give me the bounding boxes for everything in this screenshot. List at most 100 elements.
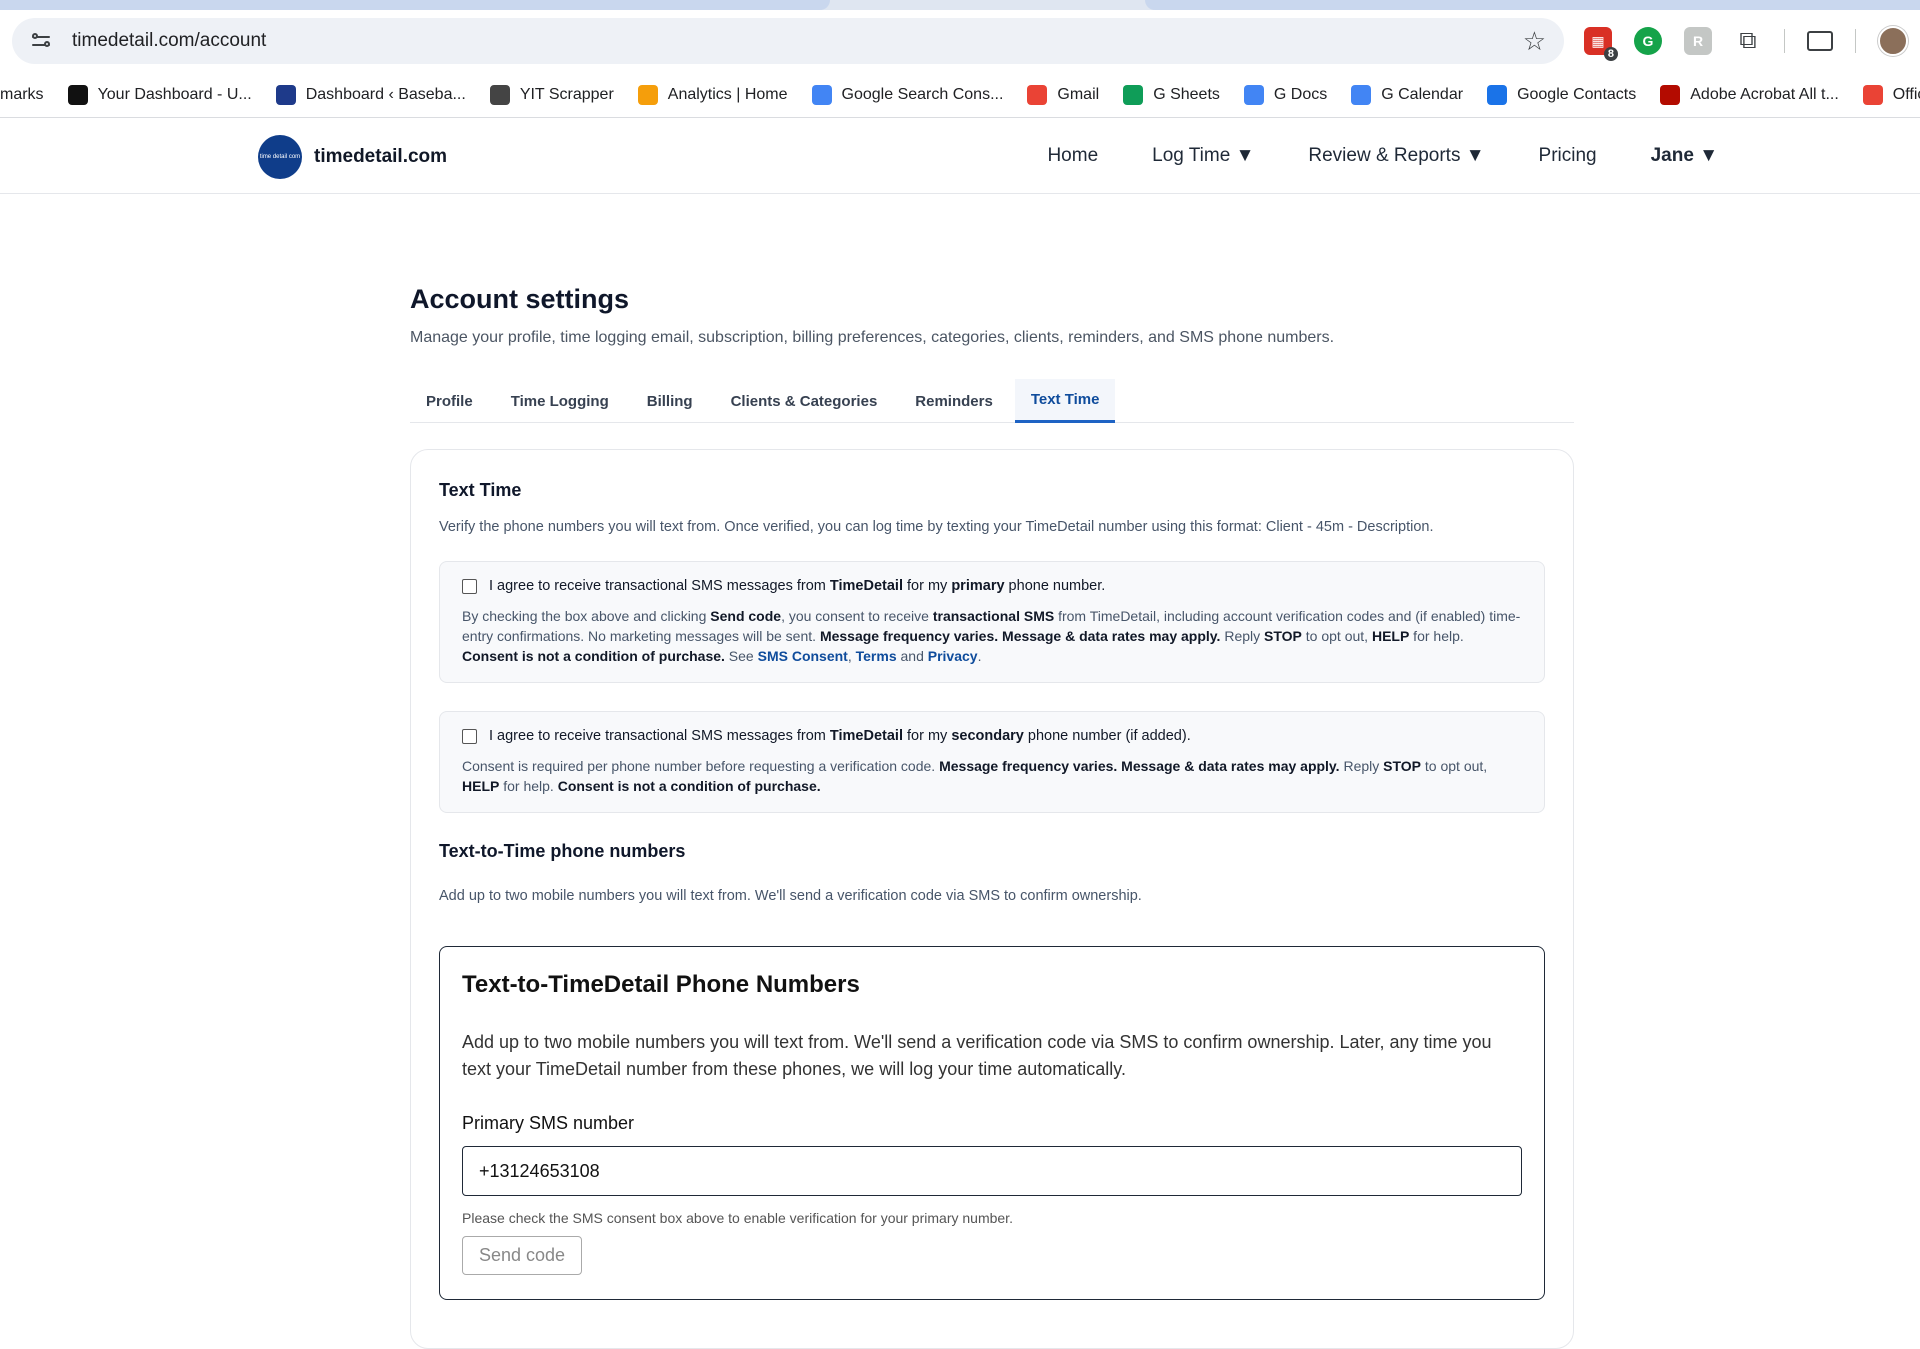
bookmark-item[interactable]: G Sheets xyxy=(1123,84,1220,105)
site-header: time detail com timedetail.com Home Log … xyxy=(0,118,1920,194)
nav-user-menu[interactable]: Jane ▼ xyxy=(1651,145,1718,167)
bookmarks-bar: marks Your Dashboard - U... Dashboard ‹ Ba… xyxy=(0,72,1920,118)
profile-avatar[interactable] xyxy=(1878,26,1908,56)
site-info-icon[interactable] xyxy=(30,30,52,52)
numbers-description: Add up to two mobile numbers you will te… xyxy=(439,888,1142,904)
primary-consent-label[interactable]: I agree to receive transactional SMS mes… xyxy=(489,578,1105,594)
phone-numbers-panel: Text-to-TimeDetail Phone Numbers Add up … xyxy=(439,946,1545,1300)
acrobat-icon xyxy=(1660,84,1681,105)
bookmark-label: YIT Scrapper xyxy=(519,85,614,103)
url-text[interactable]: timedetail.com/account xyxy=(72,30,1523,52)
bookmark-item[interactable]: Your Dashboard - U... xyxy=(67,84,252,105)
bookmark-item[interactable]: Office 365 xyxy=(1862,84,1920,105)
brand-name[interactable]: timedetail.com xyxy=(314,146,447,168)
grammarly-icon[interactable]: G xyxy=(1634,27,1662,55)
panel-description: Add up to two mobile numbers you will te… xyxy=(462,1032,1492,1079)
bookmark-label: marks xyxy=(0,85,44,103)
nav-home[interactable]: Home xyxy=(1047,145,1098,167)
panel-title: Text-to-TimeDetail Phone Numbers xyxy=(462,971,860,998)
privacy-link[interactable]: Privacy xyxy=(928,648,978,664)
secondary-consent-checkbox[interactable] xyxy=(462,728,477,744)
browser-tab[interactable] xyxy=(0,0,830,10)
address-bar[interactable]: timedetail.com/account ☆ xyxy=(12,18,1564,64)
secondary-consent-label[interactable]: I agree to receive transactional SMS mes… xyxy=(489,728,1191,744)
page-title: Account settings xyxy=(410,284,630,314)
nav-log-time[interactable]: Log Time ▼ xyxy=(1152,145,1254,167)
bookmark-star-icon[interactable]: ☆ xyxy=(1523,28,1546,54)
tab-reminders[interactable]: Reminders xyxy=(899,379,1009,423)
bookmark-label: Dashboard ‹ Baseba... xyxy=(305,85,466,103)
bookmark-label: G Calendar xyxy=(1381,85,1464,103)
divider xyxy=(1784,29,1785,53)
section-heading: Text Time xyxy=(439,480,522,500)
browser-tab[interactable] xyxy=(1145,0,1920,10)
text-time-card: Text Time Verify the phone numbers you w… xyxy=(410,449,1574,1349)
browser-tab-strip xyxy=(0,0,1920,10)
bookmark-item[interactable]: marks xyxy=(0,86,44,104)
bookmark-label: Google Search Cons... xyxy=(841,85,1004,103)
bookmark-item[interactable]: Analytics | Home xyxy=(637,84,788,105)
main-nav: Home Log Time ▼ Review & Reports ▼ Prici… xyxy=(1047,118,1718,194)
nav-review-reports[interactable]: Review & Reports ▼ xyxy=(1308,145,1484,167)
page-subtitle: Manage your profile, time logging email,… xyxy=(410,329,1335,346)
primary-consent-legal: By checking the box above and clicking S… xyxy=(462,608,1521,664)
send-code-button[interactable]: Send code xyxy=(462,1236,583,1275)
primary-number-input[interactable]: +13124653108 xyxy=(462,1146,1522,1196)
google-icon xyxy=(1862,84,1883,105)
tab-clients-categories[interactable]: Clients & Categories xyxy=(715,379,894,423)
globe-icon xyxy=(489,84,510,105)
terms-link[interactable]: Terms xyxy=(856,648,897,664)
bookmark-label: Google Contacts xyxy=(1517,85,1637,103)
section-description: Verify the phone numbers you will text f… xyxy=(439,519,1434,535)
bookmark-label: G Sheets xyxy=(1153,85,1220,103)
bookmark-label: Analytics | Home xyxy=(667,85,788,103)
search-console-icon xyxy=(811,84,832,105)
tab-search-icon[interactable] xyxy=(1807,31,1833,51)
calendar-extension-icon[interactable]: ▦ 8 xyxy=(1584,27,1618,61)
bookmark-item[interactable]: Dashboard ‹ Baseba... xyxy=(275,84,466,105)
extension-icon[interactable]: R xyxy=(1684,27,1712,55)
divider xyxy=(1855,29,1856,53)
docs-icon xyxy=(1243,84,1264,105)
settings-tabs: Profile Time Logging Billing Clients & C… xyxy=(410,379,1574,423)
tab-profile[interactable]: Profile xyxy=(410,379,489,423)
bookmark-label: Your Dashboard - U... xyxy=(97,85,252,103)
primary-consent-box: I agree to receive transactional SMS mes… xyxy=(439,561,1545,683)
tab-text-time[interactable]: Text Time xyxy=(1014,379,1116,423)
extensions-row: ▦ 8 G R ⧉ xyxy=(1584,26,1908,61)
analytics-icon xyxy=(637,84,658,105)
bookmark-item[interactable]: G Docs xyxy=(1243,84,1328,105)
numbers-heading: Text-to-Time phone numbers xyxy=(439,841,686,861)
extension-badge: 8 xyxy=(1603,47,1618,61)
bookmark-item[interactable]: Gmail xyxy=(1027,84,1100,105)
browser-toolbar: timedetail.com/account ☆ ▦ 8 G R ⧉ xyxy=(0,10,1920,72)
tab-time-logging[interactable]: Time Logging xyxy=(495,379,625,423)
bookmark-item[interactable]: YIT Scrapper xyxy=(489,84,614,105)
nav-pricing[interactable]: Pricing xyxy=(1539,145,1597,167)
secondary-consent-box: I agree to receive transactional SMS mes… xyxy=(439,711,1545,813)
sms-consent-link[interactable]: SMS Consent xyxy=(758,648,848,664)
primary-consent-checkbox[interactable] xyxy=(462,578,477,594)
bookmark-item[interactable]: G Calendar xyxy=(1351,84,1464,105)
tab-billing[interactable]: Billing xyxy=(631,379,709,423)
contacts-icon xyxy=(1487,84,1508,105)
primary-number-label: Primary SMS number xyxy=(462,1113,635,1133)
bookmark-item[interactable]: Google Search Cons... xyxy=(811,84,1004,105)
primary-number-hint: Please check the SMS consent box above t… xyxy=(462,1210,1013,1226)
account-settings: Account settings Manage your profile, ti… xyxy=(410,284,1574,1349)
upwork-icon xyxy=(67,84,88,105)
bookmark-item[interactable]: Google Contacts xyxy=(1487,84,1637,105)
bookmark-label: G Docs xyxy=(1273,85,1328,103)
calendar-icon xyxy=(1351,84,1372,105)
gmail-icon xyxy=(1027,84,1048,105)
secondary-consent-legal: Consent is required per phone number bef… xyxy=(462,758,1488,794)
brand[interactable]: time detail com timedetail.com xyxy=(258,135,447,179)
puzzle-icon[interactable]: ⧉ xyxy=(1734,27,1762,55)
sheets-icon xyxy=(1123,84,1144,105)
baseball-icon xyxy=(275,84,296,105)
bookmark-item[interactable]: Adobe Acrobat All t... xyxy=(1660,84,1839,105)
logo[interactable]: time detail com xyxy=(258,135,302,179)
bookmark-label: Adobe Acrobat All t... xyxy=(1690,85,1839,103)
bookmark-label: Office 365 xyxy=(1892,85,1920,103)
bookmark-label: Gmail xyxy=(1057,85,1100,103)
